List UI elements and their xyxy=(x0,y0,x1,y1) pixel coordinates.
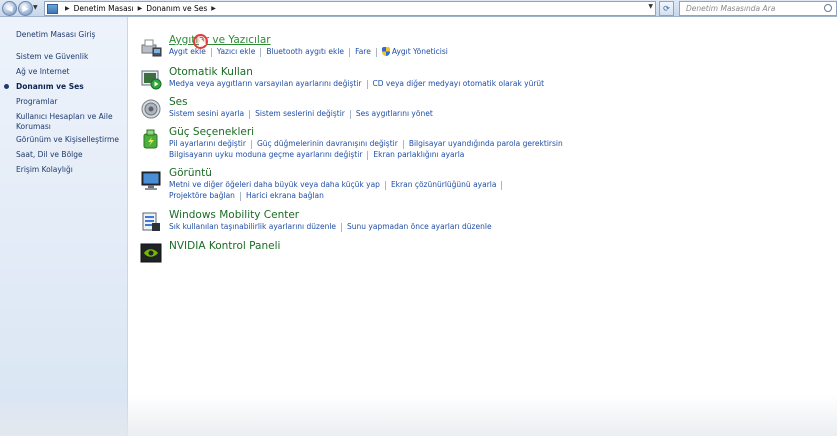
sidebar-item-accessibility[interactable]: Erişim Kolaylığı xyxy=(16,165,73,175)
sidebar-item-hardware-sound[interactable]: Donanım ve Ses xyxy=(16,82,84,92)
search-placeholder: Denetim Masasında Ara xyxy=(686,4,776,13)
breadcrumb: ▶ Denetim Masası ▶ Donanım ve Ses ▶ xyxy=(61,4,220,13)
link-presentation-settings[interactable]: Sunu yapmadan önce ayarları düzenle xyxy=(347,222,492,232)
link-device-manager-label: Aygıt Yöneticisi xyxy=(391,47,448,56)
category-title[interactable]: Güç Seçenekleri xyxy=(169,126,254,138)
breadcrumb-control-panel[interactable]: Denetim Masası xyxy=(74,4,134,13)
category-links: Medya veya aygıtların varsayılan ayarlar… xyxy=(169,79,544,89)
divider xyxy=(366,80,368,89)
category-title[interactable]: Windows Mobility Center xyxy=(169,209,299,221)
search-input[interactable]: Denetim Masasında Ara xyxy=(679,1,837,16)
category-links: Aygıt ekle Yazıcı ekle Bluetooth aygıtı … xyxy=(169,47,448,57)
forward-arrow-icon: ▶ xyxy=(22,4,29,13)
link-cd-autoplay[interactable]: CD veya diğer medyayı otomatik olarak yü… xyxy=(373,79,545,89)
breadcrumb-arrow-icon[interactable]: ▶ xyxy=(211,5,216,12)
printer-icon[interactable] xyxy=(140,36,162,58)
divider xyxy=(367,151,369,160)
breadcrumb-arrow-icon[interactable]: ▶ xyxy=(138,5,143,12)
link-media-defaults[interactable]: Medya veya aygıtların varsayılan ayarlar… xyxy=(169,79,362,89)
link-device-manager[interactable]: Aygıt Yöneticisi xyxy=(381,47,448,57)
control-panel-icon xyxy=(47,3,58,14)
link-change-sounds[interactable]: Sistem seslerini değiştir xyxy=(255,109,345,119)
address-bar[interactable]: ▶ Denetim Masası ▶ Donanım ve Ses ▶ ▼ xyxy=(44,1,656,16)
divider xyxy=(341,223,343,232)
category-title[interactable]: NVIDIA Kontrol Paneli xyxy=(169,240,280,252)
divider xyxy=(375,48,377,57)
nvidia-icon[interactable] xyxy=(140,242,162,264)
link-projector[interactable]: Projektöre bağlan xyxy=(169,191,235,201)
link-sleep-settings[interactable]: Bilgisayarın uyku moduna geçme ayarların… xyxy=(169,150,362,160)
refresh-icon: ⟳ xyxy=(663,4,670,13)
category-links: Sık kullanılan taşınabilirlik ayarlarını… xyxy=(169,222,492,232)
link-require-password[interactable]: Bilgisayar uyandığında parola gerektirsi… xyxy=(409,139,563,149)
divider xyxy=(349,48,351,57)
main-content: Aygıtlar ve Yazıcılar Aygıt ekle Yazıcı … xyxy=(129,17,837,436)
divider xyxy=(501,181,503,190)
link-external-display[interactable]: Harici ekrana bağlan xyxy=(246,191,324,201)
forward-button[interactable]: ▶ xyxy=(18,1,33,16)
link-brightness[interactable]: Ekran parlaklığını ayarla xyxy=(373,150,464,160)
link-resolution[interactable]: Ekran çözünürlüğünü ayarla xyxy=(391,180,497,190)
link-power-buttons[interactable]: Güç düğmelerinin davranışını değiştir xyxy=(257,139,398,149)
category-links: Bilgisayarın uyku moduna geçme ayarların… xyxy=(169,150,464,160)
sidebar-item-system-security[interactable]: Sistem ve Güvenlik xyxy=(16,52,88,62)
sidebar-item-user-accounts[interactable]: Kullanıcı Hesapları ve Aile Koruması xyxy=(16,112,116,132)
shield-icon xyxy=(381,47,390,56)
display-icon[interactable] xyxy=(140,169,162,191)
category-links: Pil ayarlarını değiştir Güç düğmelerinin… xyxy=(169,139,563,149)
category-title[interactable]: Ses xyxy=(169,96,188,108)
divider xyxy=(402,140,404,149)
current-page-bullet-icon xyxy=(4,84,9,89)
link-add-printer[interactable]: Yazıcı ekle xyxy=(217,47,255,57)
link-battery-settings[interactable]: Pil ayarlarını değiştir xyxy=(169,139,246,149)
divider xyxy=(249,110,251,119)
sidebar-item-home[interactable]: Denetim Masası Giriş xyxy=(16,30,95,40)
address-dropdown-icon[interactable]: ▼ xyxy=(648,3,653,10)
divider xyxy=(239,192,241,201)
link-adjust-volume[interactable]: Sistem sesini ayarla xyxy=(169,109,244,119)
sidebar-item-programs[interactable]: Programlar xyxy=(16,97,57,107)
sidebar: Denetim Masası Giriş Sistem ve Güvenlik … xyxy=(0,17,128,436)
breadcrumb-hardware-sound[interactable]: Donanım ve Ses xyxy=(146,4,207,13)
link-add-bluetooth[interactable]: Bluetooth aygıtı ekle xyxy=(266,47,344,57)
link-mouse[interactable]: Fare xyxy=(355,47,371,57)
divider xyxy=(260,48,262,57)
speaker-icon[interactable] xyxy=(140,98,162,120)
category-links: Sistem sesini ayarla Sistem seslerini de… xyxy=(169,109,433,119)
breadcrumb-arrow-icon[interactable]: ▶ xyxy=(65,5,70,12)
back-arrow-icon: ◀ xyxy=(6,4,13,13)
autoplay-icon[interactable] xyxy=(140,68,162,90)
divider xyxy=(384,181,386,190)
divider xyxy=(349,110,351,119)
navigation-bar: ◀ ▶ ▼ ▶ Denetim Masası ▶ Donanım ve Ses … xyxy=(0,0,837,17)
sidebar-item-network[interactable]: Ağ ve Internet xyxy=(16,67,70,77)
category-links: Projektöre bağlan Harici ekrana bağlan xyxy=(169,191,324,201)
mobility-icon[interactable] xyxy=(140,211,162,233)
category-title[interactable]: Aygıtlar ve Yazıcılar xyxy=(169,34,271,46)
sidebar-item-appearance[interactable]: Görünüm ve Kişiselleştirme xyxy=(16,135,119,145)
link-text-size[interactable]: Metni ve diğer öğeleri daha büyük veya d… xyxy=(169,180,380,190)
divider xyxy=(250,140,252,149)
link-mobility-settings[interactable]: Sık kullanılan taşınabilirlik ayarlarını… xyxy=(169,222,336,232)
search-icon[interactable] xyxy=(824,4,832,12)
category-links: Metni ve diğer öğeleri daha büyük veya d… xyxy=(169,180,507,190)
back-button[interactable]: ◀ xyxy=(2,1,17,16)
recent-pages-dropdown[interactable]: ▼ xyxy=(33,3,41,13)
category-title[interactable]: Görüntü xyxy=(169,167,212,179)
category-title[interactable]: Otomatik Kullan xyxy=(169,66,253,78)
power-icon[interactable] xyxy=(140,128,162,150)
sidebar-item-clock-region[interactable]: Saat, Dil ve Bölge xyxy=(16,150,83,160)
refresh-button[interactable]: ⟳ xyxy=(659,1,674,16)
divider xyxy=(210,48,212,57)
link-manage-audio[interactable]: Ses aygıtlarını yönet xyxy=(356,109,433,119)
